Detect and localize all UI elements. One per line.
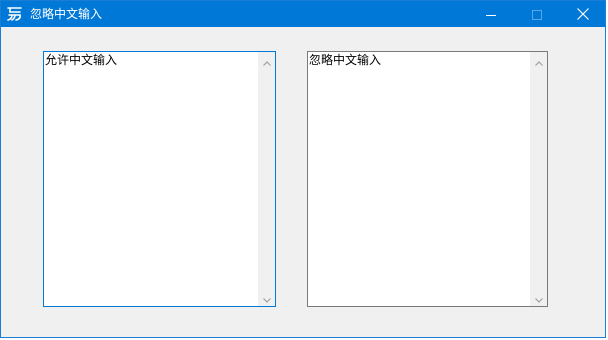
minimize-button[interactable]	[468, 1, 514, 27]
title-bar[interactable]: 忽略中文输入	[1, 1, 605, 27]
ignore-chinese-text[interactable]: 忽略中文输入	[309, 53, 381, 67]
close-button[interactable]	[560, 1, 606, 27]
window-client-area: 允许中文输入 忽略中文输入	[1, 27, 605, 337]
scroll-down-button[interactable]	[530, 289, 547, 306]
maximize-button[interactable]	[514, 1, 560, 27]
vertical-scrollbar[interactable]	[258, 52, 275, 306]
chevron-up-icon	[262, 51, 271, 70]
app-logo-icon	[6, 5, 24, 23]
close-icon	[577, 5, 589, 24]
scroll-down-button[interactable]	[258, 289, 275, 306]
ignore-chinese-textbox[interactable]: 忽略中文输入	[307, 51, 548, 307]
chevron-down-icon	[534, 288, 543, 307]
window-title: 忽略中文输入	[30, 7, 103, 21]
chevron-down-icon	[262, 288, 271, 307]
app-window: 忽略中文输入 允许中文输入 忽略中文输入	[0, 0, 606, 338]
vertical-scrollbar[interactable]	[530, 52, 547, 306]
minimize-icon	[486, 5, 496, 24]
scroll-up-button[interactable]	[530, 52, 547, 69]
scroll-up-button[interactable]	[258, 52, 275, 69]
maximize-icon	[532, 5, 542, 24]
allow-chinese-text[interactable]: 允许中文输入	[45, 53, 117, 67]
chevron-up-icon	[534, 51, 543, 70]
allow-chinese-textbox[interactable]: 允许中文输入	[43, 51, 276, 307]
